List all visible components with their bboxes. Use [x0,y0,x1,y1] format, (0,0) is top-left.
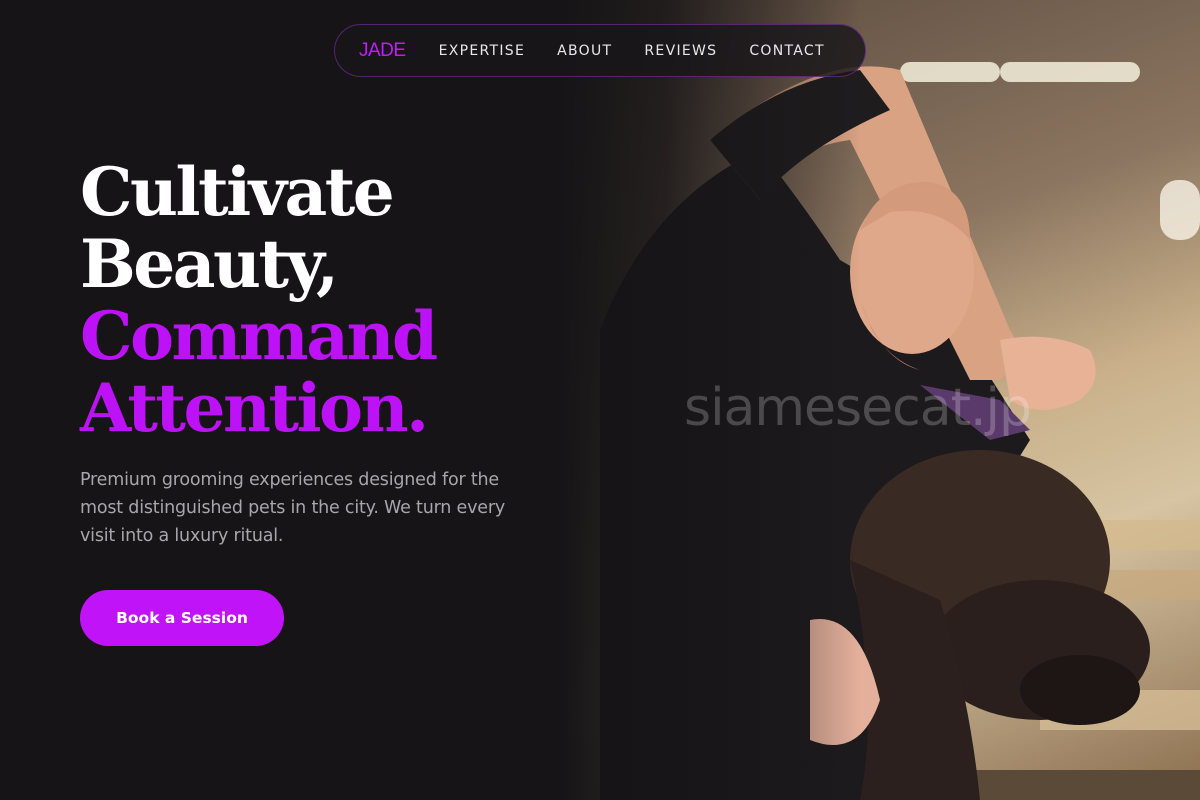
image-watermark: siamesecat.jp [684,378,1032,438]
hero-headline: Cultivate Beauty, Command Attention. [80,156,560,444]
nav-link-contact[interactable]: CONTACT [749,43,825,59]
headline-line-2: Beauty, [80,225,339,303]
nav-link-about[interactable]: ABOUT [557,43,612,59]
headline-line-3: Command [80,297,438,375]
book-session-button[interactable]: Book a Session [80,590,284,646]
hero-photo-groomer-with-poodle: siamesecat.jp [560,0,1200,800]
top-nav: JADE EXPERTISE ABOUT REVIEWS CONTACT [334,24,866,77]
brand-logo[interactable]: JADE [359,40,406,62]
hero-description: Premium grooming experiences designed fo… [80,470,505,546]
headline-line-1: Cultivate [80,153,395,231]
nav-link-expertise[interactable]: EXPERTISE [439,43,526,59]
nav-link-reviews[interactable]: REVIEWS [644,43,717,59]
headline-line-4: Attention. [80,369,429,447]
